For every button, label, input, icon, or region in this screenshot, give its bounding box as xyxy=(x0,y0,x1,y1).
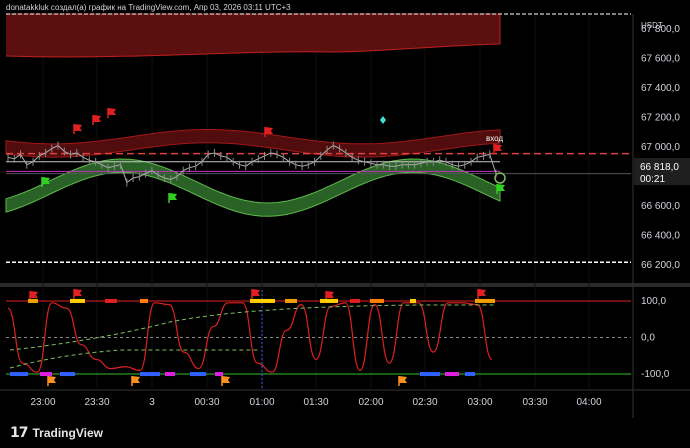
osc-signal-block xyxy=(350,298,360,303)
osc-tick-label: 0,0 xyxy=(641,333,655,344)
red-flag xyxy=(494,144,502,151)
time-tick-label: 3 xyxy=(149,397,155,408)
time-tick-label: 04:00 xyxy=(576,397,601,408)
price-bands xyxy=(5,13,501,217)
green-channel xyxy=(5,158,501,217)
time-tick-label: 01:00 xyxy=(249,397,274,408)
osc-signal-block xyxy=(445,372,459,377)
time-tick-label: 02:30 xyxy=(412,397,437,408)
time-tick-label: 03:30 xyxy=(522,397,547,408)
osc-signal-block xyxy=(40,372,52,377)
osc-signal-block xyxy=(190,372,206,377)
time-tick-label: 03:00 xyxy=(467,397,492,408)
red-flag xyxy=(265,127,273,134)
osc-signal-block xyxy=(105,298,117,303)
price-tick-label: 67 000,0 xyxy=(641,142,680,153)
osc-signal-block xyxy=(60,372,75,377)
red-flag xyxy=(74,124,82,131)
osc-tick-label: 100,0 xyxy=(641,296,666,307)
osc-orange-flag xyxy=(399,376,407,384)
price-box-countdown: 00:21 xyxy=(640,174,665,185)
time-tick-label: 23:00 xyxy=(30,397,55,408)
osc-signal-block xyxy=(370,298,384,303)
osc-orange-flag xyxy=(48,376,56,384)
price-box-value: 66 818,0 xyxy=(640,162,679,173)
osc-signal-block xyxy=(420,372,440,377)
osc-signal-block xyxy=(250,298,275,303)
time-tick-label: 02:00 xyxy=(358,397,383,408)
osc-signal-block xyxy=(465,372,475,377)
price-tick-label: 67 400,0 xyxy=(641,83,680,94)
osc-red-flag xyxy=(30,290,38,298)
footer: 17 TradingView xyxy=(0,418,690,448)
osc-red-flag xyxy=(74,288,82,296)
osc-orange-flag xyxy=(222,376,230,384)
osc-red-flag xyxy=(252,288,260,296)
osc-red-flag xyxy=(478,288,486,296)
osc-signal-block xyxy=(140,372,160,377)
tradingview-wordmark: TradingView xyxy=(32,426,103,440)
red-flag xyxy=(108,108,116,115)
osc-orange-flag xyxy=(132,376,140,384)
price-tick-label: 66 600,0 xyxy=(641,201,680,212)
diamond-marker xyxy=(380,116,386,124)
price-tick-label: 66 200,0 xyxy=(641,260,680,271)
osc-signal-block xyxy=(215,372,223,377)
osc-signal-block xyxy=(140,298,148,303)
currency-label: USDT xyxy=(641,21,663,30)
price-tick-label: 67 200,0 xyxy=(641,112,680,123)
chart-grid xyxy=(0,14,690,418)
green-flag xyxy=(497,184,505,191)
price-chart[interactable]: 67 800,067 600,067 400,067 200,067 000,0… xyxy=(0,0,690,418)
time-tick-label: 01:30 xyxy=(303,397,328,408)
tradingview-logo[interactable]: 17 TradingView xyxy=(10,425,103,441)
price-tick-label: 66 400,0 xyxy=(641,231,680,242)
price-tick-label: 67 600,0 xyxy=(641,53,680,64)
osc-signal-block xyxy=(10,372,28,377)
time-tick-label: 23:30 xyxy=(84,397,109,408)
osc-signal-block xyxy=(410,298,416,303)
time-tick-label: 00:30 xyxy=(194,397,219,408)
osc-signal-block xyxy=(285,298,297,303)
green-flag xyxy=(42,177,50,184)
tradingview-mark-icon: 17 xyxy=(10,425,29,441)
osc-signal-block xyxy=(475,298,495,303)
oscillator-pane xyxy=(6,290,631,390)
green-flag xyxy=(169,193,177,200)
osc-tick-label: -100,0 xyxy=(641,369,670,380)
osc-dashed-signal xyxy=(9,304,495,351)
entry-marker xyxy=(494,172,506,184)
upper-resistance-zone xyxy=(6,14,500,57)
osc-signal-block xyxy=(320,298,338,303)
osc-dashed-lower xyxy=(9,349,260,369)
osc-red-flag xyxy=(326,290,334,298)
osc-signal-block xyxy=(70,298,85,303)
osc-signal-block xyxy=(165,372,175,377)
entry-annotation: вход xyxy=(486,134,503,143)
osc-signal-block xyxy=(28,298,38,303)
red-flag xyxy=(93,115,101,122)
